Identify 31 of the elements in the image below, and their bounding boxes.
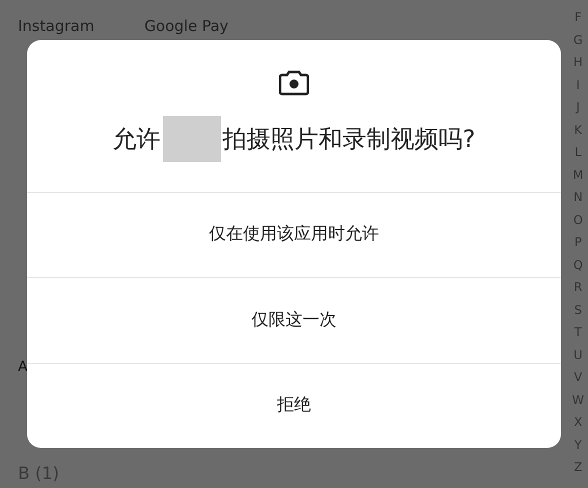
index-letter[interactable]: J <box>576 96 580 118</box>
index-letter[interactable]: L <box>574 141 582 164</box>
index-letter[interactable]: I <box>576 74 580 96</box>
index-letter[interactable]: K <box>574 118 582 141</box>
app-label[interactable]: Instagram <box>18 16 94 36</box>
index-letter[interactable]: V <box>574 366 582 388</box>
index-letter[interactable]: R <box>574 276 582 298</box>
index-letter[interactable]: Z <box>574 456 582 478</box>
dialog-option[interactable]: 拒绝 <box>27 364 561 448</box>
dialog-option[interactable]: 仅在使用该应用时允许 <box>27 193 561 278</box>
index-letter[interactable]: N <box>574 186 583 208</box>
index-letter[interactable]: W <box>572 388 584 411</box>
redacted-block <box>162 116 221 162</box>
index-letter[interactable]: M <box>572 164 584 186</box>
index-letter[interactable]: P <box>574 231 582 254</box>
dialog-option[interactable]: 仅限这一次 <box>27 278 561 364</box>
camera-icon <box>279 70 309 96</box>
index-letter[interactable]: U <box>574 344 582 366</box>
index-letter[interactable]: F <box>574 6 582 28</box>
index-letter[interactable]: X <box>574 411 582 434</box>
index-letter[interactable]: G <box>573 28 583 51</box>
app-label[interactable]: Google Pay <box>144 16 228 36</box>
index-letter[interactable]: Q <box>573 254 583 276</box>
index-letter[interactable]: O <box>573 208 583 231</box>
index-letter[interactable]: T <box>574 321 582 344</box>
index-letter[interactable]: Y <box>574 434 582 456</box>
index-letter[interactable]: H <box>574 51 583 74</box>
dialog-title: 允许 <box>112 124 161 155</box>
dialog-title: 拍摄照片和录制视频吗? <box>222 124 476 155</box>
section-label: A <box>18 358 28 376</box>
index-letter[interactable]: S <box>574 298 582 321</box>
